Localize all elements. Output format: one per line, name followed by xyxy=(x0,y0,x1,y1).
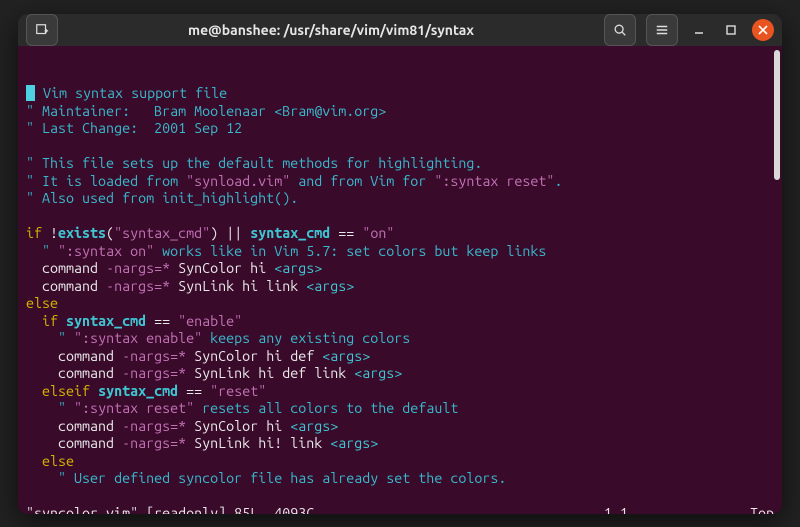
hamburger-icon xyxy=(655,23,669,37)
code-line: if xyxy=(26,225,42,241)
new-tab-icon xyxy=(35,23,49,37)
new-tab-button[interactable] xyxy=(26,14,58,46)
menu-button[interactable] xyxy=(646,14,678,46)
code-line: " It is loaded from xyxy=(26,173,186,189)
code-line: command xyxy=(26,278,106,294)
code-line: if xyxy=(26,313,58,329)
code-line: command xyxy=(26,365,122,381)
code-line: " Maintainer: Bram Moolenaar <Bram@vim.o… xyxy=(26,103,386,119)
minimize-icon xyxy=(693,24,705,36)
code-line: else xyxy=(26,453,74,469)
terminal-window: me@banshee: /usr/share/vim/vim81/syntax … xyxy=(18,14,782,514)
code-line: else xyxy=(26,295,58,311)
code-line: Vim syntax support file xyxy=(35,85,227,101)
code-line: " xyxy=(26,243,58,259)
maximize-icon xyxy=(725,24,737,36)
minimize-button[interactable] xyxy=(688,19,710,41)
status-position: 1,1 xyxy=(604,505,724,514)
code-line: " Last Change: 2001 Sep 12 xyxy=(26,120,242,136)
scrollbar-thumb[interactable] xyxy=(774,50,780,180)
titlebar: me@banshee: /usr/share/vim/vim81/syntax xyxy=(18,14,782,46)
terminal-viewport[interactable]: Vim syntax support file " Maintainer: Br… xyxy=(18,46,782,514)
cursor xyxy=(26,85,35,101)
code-line: command xyxy=(26,418,122,434)
search-icon xyxy=(613,23,627,37)
code-line: " xyxy=(26,330,74,346)
code-line: command xyxy=(26,260,106,276)
code-line: " Also used from init_highlight(). xyxy=(26,190,298,206)
search-button[interactable] xyxy=(604,14,636,46)
close-icon xyxy=(758,25,768,35)
code-line: elseif xyxy=(26,383,90,399)
code-line: " User defined syncolor file has already… xyxy=(26,470,506,486)
maximize-button[interactable] xyxy=(720,19,742,41)
code-line: " This file sets up the default methods … xyxy=(26,155,482,171)
code-line: command xyxy=(26,435,122,451)
status-scroll: Top xyxy=(724,505,774,514)
code-line: command xyxy=(26,348,122,364)
window-title: me@banshee: /usr/share/vim/vim81/syntax xyxy=(66,22,596,38)
code-line: " xyxy=(26,400,74,416)
close-button[interactable] xyxy=(752,19,774,41)
vim-status-line: "syncolor.vim" [readonly] 85L, 4093C 1,1… xyxy=(26,505,774,514)
status-file: "syncolor.vim" [readonly] 85L, 4093C xyxy=(26,505,604,514)
